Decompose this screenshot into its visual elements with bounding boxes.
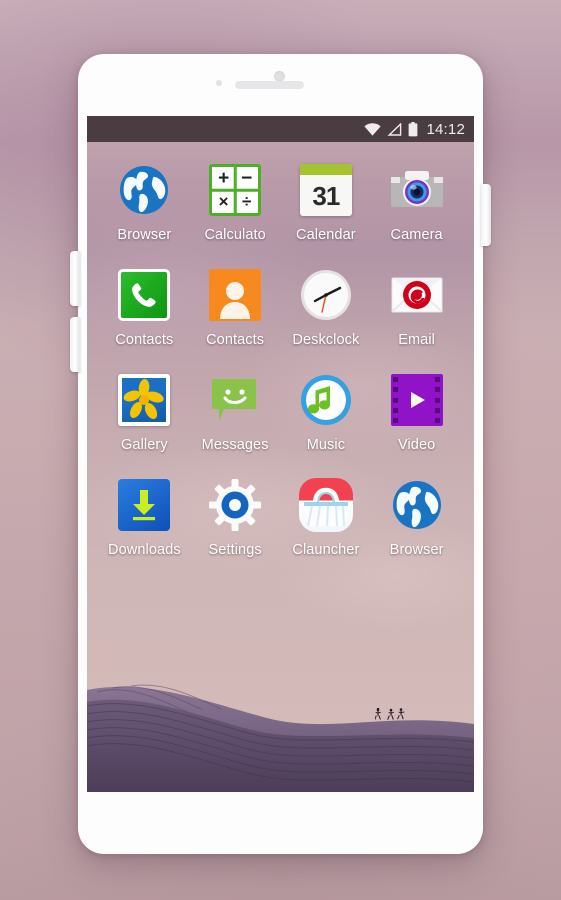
- app-label: Downloads: [108, 542, 181, 558]
- app-label: Calendar: [296, 227, 356, 243]
- calculator-icon: + − × ÷: [205, 160, 265, 220]
- app-label: Clauncher: [292, 542, 360, 558]
- app-label: Gallery: [121, 437, 168, 453]
- app-icon-clauncher[interactable]: Clauncher: [281, 475, 372, 558]
- app-label: Messages: [201, 437, 269, 453]
- app-label: Browser: [117, 227, 172, 243]
- volume-up-button[interactable]: [70, 251, 80, 306]
- status-bar-clock: 14:12: [426, 120, 465, 138]
- photo-flower-icon: [114, 370, 174, 430]
- app-label: Email: [398, 332, 435, 348]
- app-icon-deskclock[interactable]: Deskclock: [281, 265, 372, 348]
- app-label: Browser: [389, 542, 444, 558]
- app-label: Camera: [390, 227, 443, 243]
- app-icon-calendar[interactable]: 31 Calendar: [281, 160, 372, 243]
- status-bar[interactable]: 14:12: [87, 116, 474, 142]
- film-play-icon: [387, 370, 447, 430]
- calendar-day-number: 31: [312, 180, 340, 211]
- app-icon-settings[interactable]: Settings: [190, 475, 281, 558]
- app-label: Calculato: [204, 227, 266, 243]
- app-label: Deskclock: [292, 332, 360, 348]
- app-icon-calculator[interactable]: + − × ÷ Calculato: [190, 160, 281, 243]
- phone-screen: 14:12 Browser + − × ÷ Calculato 31 Calen…: [87, 116, 474, 792]
- music-note-icon: [296, 370, 356, 430]
- proximity-sensor-icon: [216, 80, 222, 86]
- app-icon-music[interactable]: Music: [281, 370, 372, 453]
- wifi-icon: [364, 122, 382, 136]
- app-icon-downloads[interactable]: Downloads: [99, 475, 190, 558]
- app-label: Contacts: [115, 332, 174, 348]
- email-icon: [387, 265, 447, 325]
- app-icon-email[interactable]: Email: [371, 265, 462, 348]
- app-icon-browser-2[interactable]: Browser: [371, 475, 462, 558]
- app-label: Music: [306, 437, 346, 453]
- clock-icon: [296, 265, 356, 325]
- battery-icon: [408, 121, 418, 137]
- basket-icon: [296, 475, 356, 535]
- person-icon: [205, 265, 265, 325]
- app-icon-camera[interactable]: Camera: [371, 160, 462, 243]
- app-icon-contacts-person[interactable]: Contacts: [190, 265, 281, 348]
- power-button[interactable]: [481, 184, 491, 246]
- wallpaper-runner-figures: [374, 707, 411, 724]
- earpiece-speaker: [235, 81, 304, 89]
- app-icon-messages[interactable]: Messages: [190, 370, 281, 453]
- app-label: Settings: [208, 542, 262, 558]
- app-icon-gallery[interactable]: Gallery: [99, 370, 190, 453]
- app-label: Contacts: [206, 332, 265, 348]
- signal-icon: [387, 122, 402, 136]
- globe-icon: [114, 160, 174, 220]
- volume-down-button[interactable]: [70, 317, 80, 372]
- download-icon: [114, 475, 174, 535]
- app-grid: Browser + − × ÷ Calculato 31 Calendar Ca…: [87, 142, 474, 558]
- globe-icon: [387, 475, 447, 535]
- phone-device-frame: 14:12 Browser + − × ÷ Calculato 31 Calen…: [70, 54, 491, 854]
- app-icon-video[interactable]: Video: [371, 370, 462, 453]
- app-icon-browser[interactable]: Browser: [99, 160, 190, 243]
- app-icon-contacts-phone[interactable]: Contacts: [99, 265, 190, 348]
- phone-icon: [114, 265, 174, 325]
- wallpaper-dunes: [87, 672, 474, 792]
- gear-icon: [205, 475, 265, 535]
- calendar-icon: 31: [296, 160, 356, 220]
- app-label: Video: [397, 437, 436, 453]
- chat-bubble-icon: [205, 370, 265, 430]
- camera-icon: [387, 160, 447, 220]
